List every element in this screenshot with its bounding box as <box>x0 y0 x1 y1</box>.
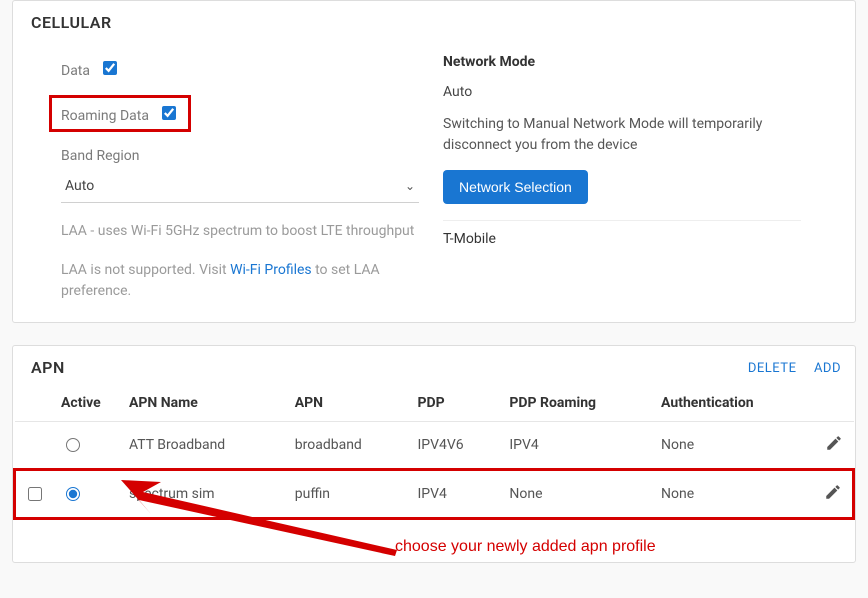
apn-row-active-radio[interactable] <box>66 487 80 501</box>
apn-col-pdp: PDP <box>409 385 501 422</box>
apn-row-pdp-roaming: None <box>501 470 653 519</box>
data-checkbox[interactable] <box>103 61 117 75</box>
apn-row-active-radio[interactable] <box>66 438 80 452</box>
apn-delete-button[interactable]: DELETE <box>748 361 797 376</box>
data-field: Data <box>61 58 419 79</box>
network-mode-title: Network Mode <box>443 54 801 70</box>
apn-col-apn: APN <box>287 385 410 422</box>
network-mode-note: Switching to Manual Network Mode will te… <box>443 114 801 156</box>
apn-row-pdp: IPV4 <box>409 470 501 519</box>
apn-row-pdp-roaming: IPV4 <box>501 422 653 470</box>
wifi-profiles-link[interactable]: Wi-Fi Profiles <box>230 262 312 278</box>
cellular-title: CELLULAR <box>13 1 855 36</box>
apn-col-active: Active <box>53 385 121 422</box>
apn-panel: APN DELETE ADD Active APN Name APN PDP P… <box>12 345 856 563</box>
roaming-highlight-box: Roaming Data <box>49 95 191 132</box>
edit-icon[interactable] <box>825 440 843 456</box>
band-region-select[interactable]: Auto ⌄ <box>61 170 419 203</box>
laa-note-1: LAA - uses Wi-Fi 5GHz spectrum to boost … <box>61 221 419 242</box>
roaming-data-checkbox[interactable] <box>162 106 176 120</box>
apn-row-auth: None <box>653 422 813 470</box>
roaming-data-label: Roaming Data <box>61 108 149 124</box>
band-region-label: Band Region <box>61 148 419 164</box>
laa-note-2: LAA is not supported. Visit Wi-Fi Profil… <box>61 260 419 302</box>
apn-row-name: spectrum sim <box>121 470 287 519</box>
network-mode-value: Auto <box>443 84 801 100</box>
edit-icon[interactable] <box>824 489 842 505</box>
apn-title: APN <box>27 356 69 379</box>
apn-col-select <box>15 385 54 422</box>
table-row: ATT BroadbandbroadbandIPV4V6IPV4None <box>15 422 854 470</box>
apn-col-name: APN Name <box>121 385 287 422</box>
apn-row-pdp: IPV4V6 <box>409 422 501 470</box>
apn-row-apn: broadband <box>287 422 410 470</box>
apn-row-select-checkbox[interactable] <box>28 487 42 501</box>
table-row: spectrum simpuffinIPV4NoneNone <box>15 470 854 519</box>
apn-row-auth: None <box>653 470 813 519</box>
network-selection-button[interactable]: Network Selection <box>443 170 588 204</box>
apn-col-edit <box>814 385 854 422</box>
apn-add-button[interactable]: ADD <box>814 361 841 376</box>
operator-value: T-Mobile <box>443 220 801 247</box>
laa-note-2-pre: LAA is not supported. Visit <box>61 262 230 278</box>
band-region-value: Auto <box>65 178 94 194</box>
apn-table: Active APN Name APN PDP PDP Roaming Auth… <box>13 385 855 520</box>
apn-col-pdp-roaming: PDP Roaming <box>501 385 653 422</box>
cellular-panel: CELLULAR Data Roaming Data Band Region A… <box>12 0 856 323</box>
data-label: Data <box>61 63 90 79</box>
apn-col-auth: Authentication <box>653 385 813 422</box>
apn-row-apn: puffin <box>287 470 410 519</box>
apn-row-name: ATT Broadband <box>121 422 287 470</box>
chevron-down-icon: ⌄ <box>405 179 415 193</box>
